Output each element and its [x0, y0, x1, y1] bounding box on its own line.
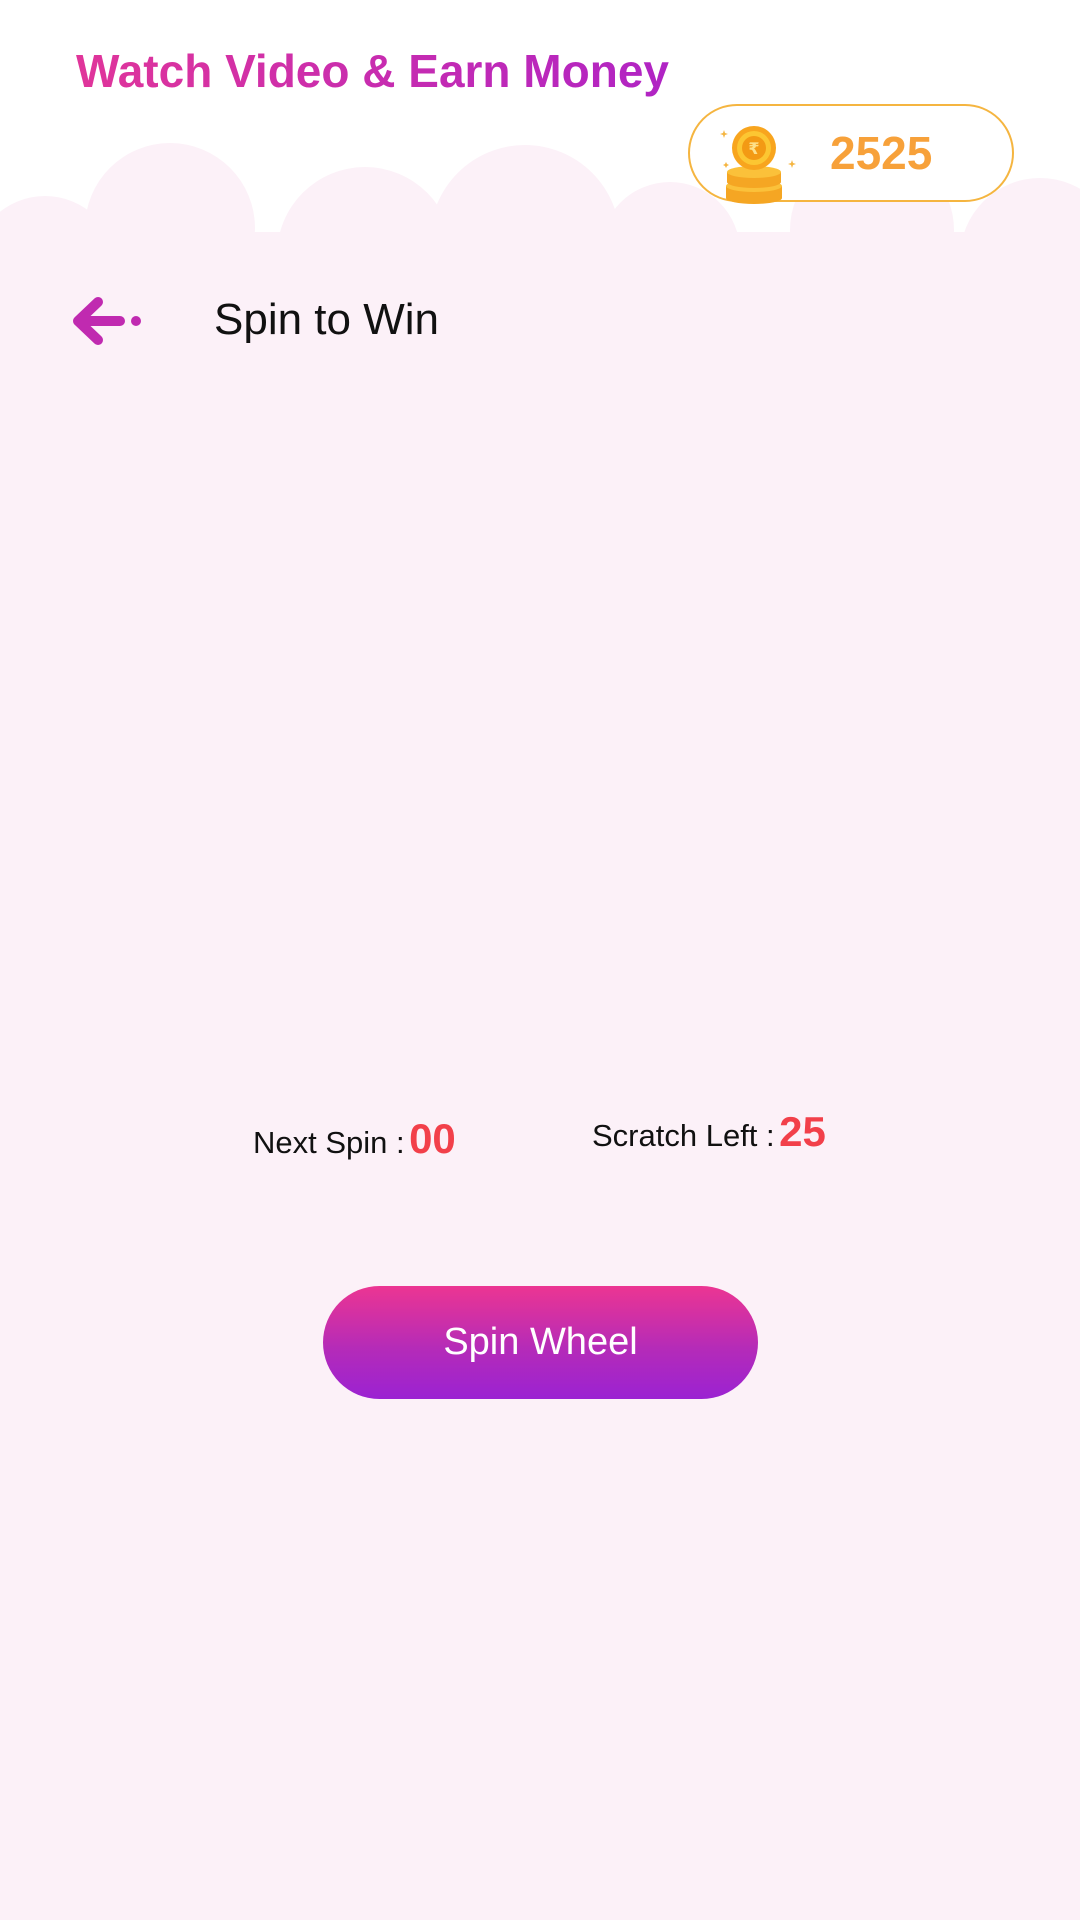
scratch-left-label: Scratch Left : [592, 1118, 775, 1153]
page-title: Spin to Win [214, 295, 439, 344]
spin-to-win-screen: Watch Video & Earn Money ₹ 2525 Spin to … [0, 0, 1080, 1920]
svg-text:₹: ₹ [748, 139, 759, 158]
app-title: Watch Video & Earn Money [76, 40, 669, 102]
arrow-left-icon [73, 297, 141, 345]
next-spin-value: 00 [409, 1115, 456, 1162]
next-spin-stat: Next Spin : 00 [253, 1115, 456, 1163]
rupee-coin-stack-icon: ₹ [720, 126, 796, 204]
coin-balance-pill[interactable]: ₹ 2525 [688, 104, 1014, 204]
spin-wheel-button[interactable]: Spin Wheel [323, 1286, 758, 1399]
scratch-left-stat: Scratch Left : 25 [592, 1108, 826, 1156]
scratch-left-value: 25 [779, 1108, 826, 1155]
next-spin-label: Next Spin : [253, 1125, 405, 1160]
cloud-background [0, 143, 1080, 1920]
coin-balance-value: 2525 [830, 127, 933, 179]
back-button[interactable] [72, 296, 144, 346]
